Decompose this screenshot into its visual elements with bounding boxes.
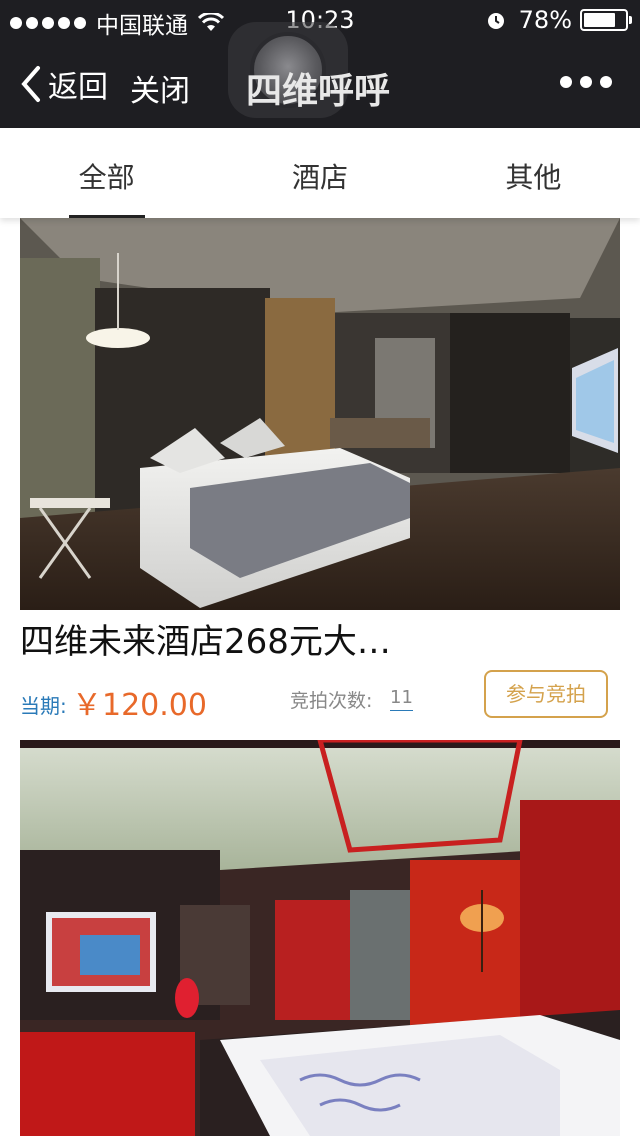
navigation-bar: 返回 关闭 四维呼呼: [0, 22, 640, 128]
hotel-room-photo[interactable]: [20, 218, 620, 610]
bid-count-label: 竞拍次数:: [290, 690, 373, 712]
status-right: 78%: [485, 6, 632, 34]
more-dot-icon: [600, 76, 612, 88]
current-price: ￥120.00: [72, 688, 207, 723]
more-dot-icon: [560, 76, 572, 88]
bid-count-value: 11: [390, 687, 413, 711]
more-dot-icon: [580, 76, 592, 88]
item-title[interactable]: 四维未来酒店268元大…: [20, 614, 620, 663]
battery-percent: 78%: [518, 6, 572, 34]
tab-other[interactable]: 其他: [427, 128, 640, 218]
category-tabs: 全部 酒店 其他: [0, 128, 640, 218]
hotel-room-photo[interactable]: [20, 740, 620, 1136]
page-title: 四维呼呼: [246, 71, 391, 112]
tab-all[interactable]: 全部: [0, 128, 213, 218]
room-illustration: [20, 218, 620, 610]
back-label: 返回: [48, 70, 108, 105]
current-period-label: 当期:: [20, 694, 67, 718]
chevron-left-icon: [21, 66, 40, 102]
join-auction-button[interactable]: 参与竞拍: [484, 670, 608, 718]
back-button[interactable]: 返回: [18, 62, 108, 106]
more-menu-button[interactable]: [560, 76, 612, 88]
item-meta: 当期: ￥120.00 竞拍次数: 11 参与竞拍: [20, 670, 620, 723]
tab-hotel[interactable]: 酒店: [213, 128, 426, 218]
room-illustration: [20, 740, 620, 1136]
alarm-clock-icon: [487, 13, 504, 29]
close-button[interactable]: 关闭: [130, 66, 190, 110]
battery-icon: [580, 9, 632, 31]
